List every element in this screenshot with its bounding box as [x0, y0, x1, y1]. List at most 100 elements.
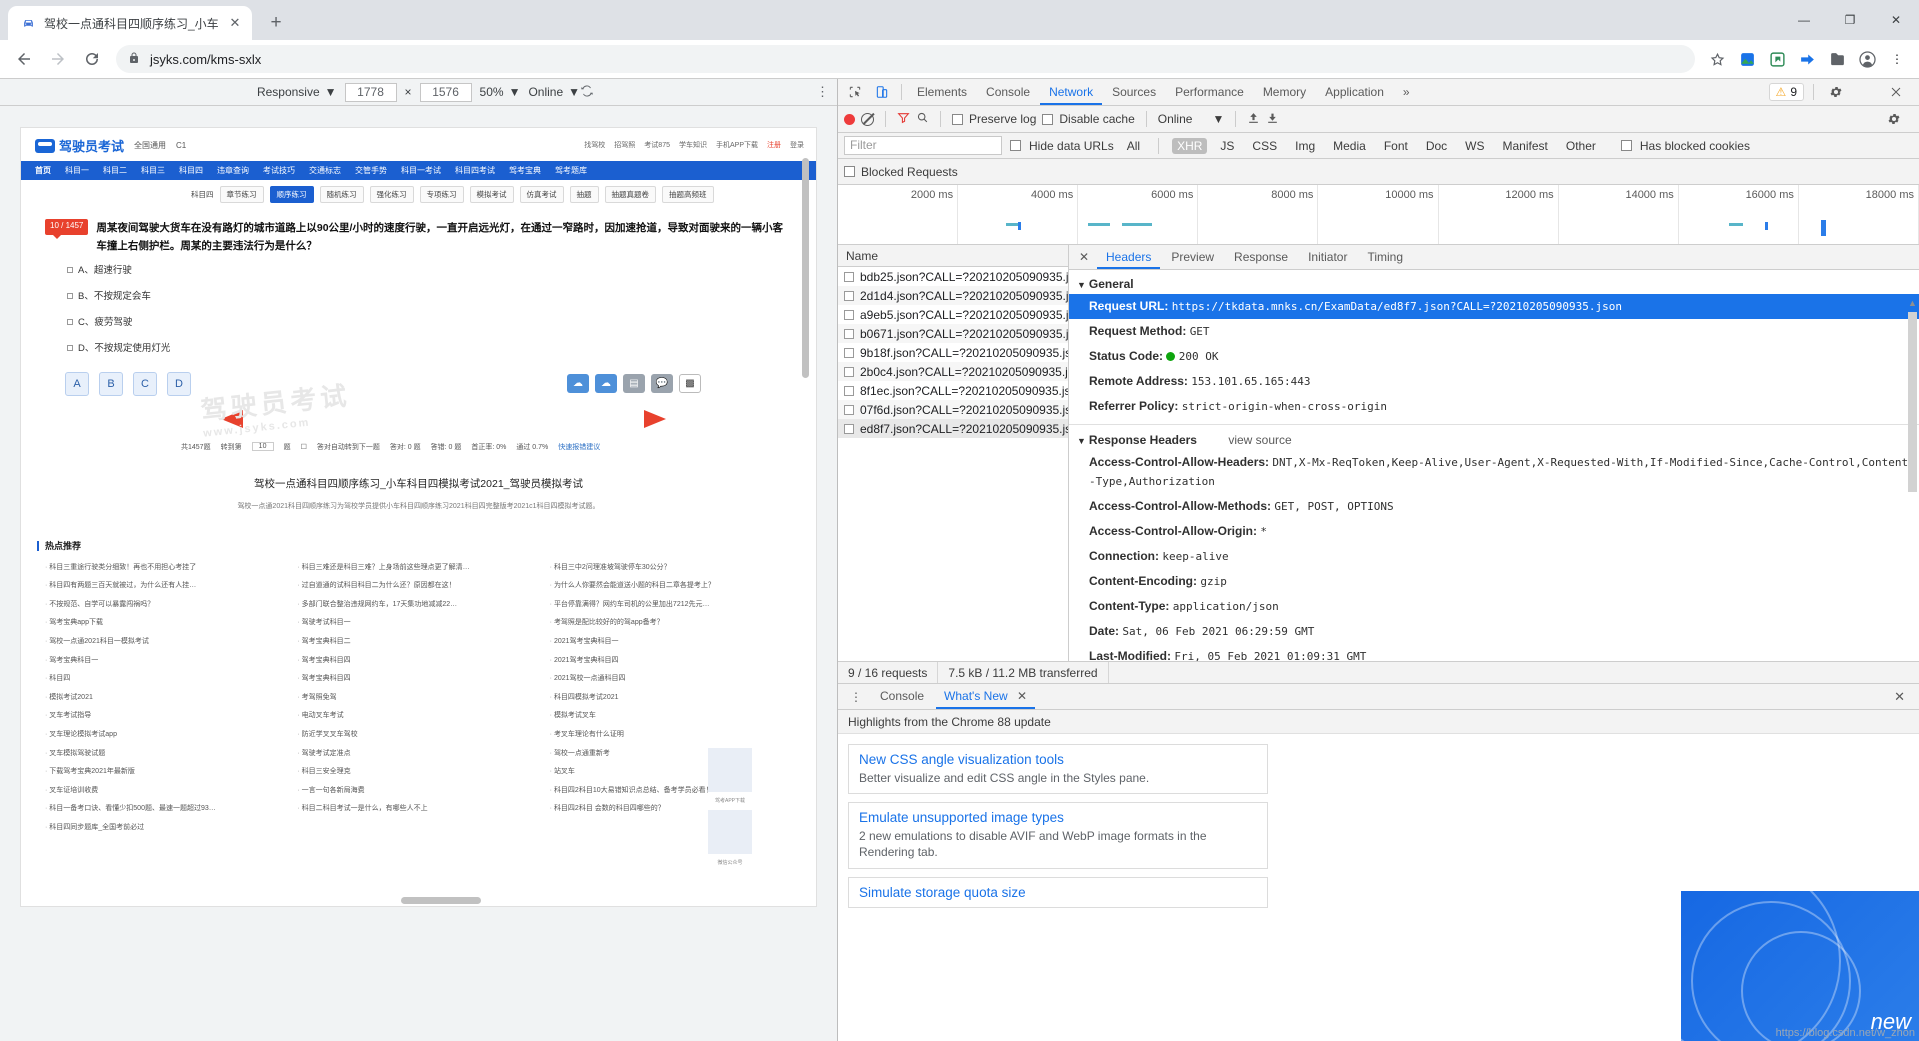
subnav-chip-9[interactable]: 抽题真题卷: [605, 186, 657, 203]
extension-icon-2[interactable]: [1763, 45, 1791, 73]
address-bar[interactable]: jsyks.com/kms-sxlx: [116, 45, 1695, 73]
browser-tab[interactable]: 驾校一点通科目四顺序练习_小车科… ✕: [8, 6, 252, 40]
nav-item-0[interactable]: 首页: [35, 165, 51, 176]
import-har-icon[interactable]: [1247, 111, 1260, 128]
subnav-chip-5[interactable]: 专项练习: [420, 186, 464, 203]
list-item[interactable]: 叉车模拟驾驶试题: [45, 748, 287, 758]
list-item[interactable]: 科目一备考口诀、看懂少扣500题、最速一题超过93…: [45, 803, 287, 813]
option-checkbox[interactable]: [67, 345, 73, 351]
list-item[interactable]: 叉车理论模拟考试app: [45, 729, 287, 739]
list-item[interactable]: 科目四2科目 会数的科目四哪些的？: [550, 803, 792, 813]
inspect-icon[interactable]: [842, 80, 868, 104]
list-item[interactable]: 驾驶考试科目一: [297, 617, 539, 627]
register-link[interactable]: 注册: [767, 140, 781, 150]
qrcode-icon[interactable]: ▩: [679, 374, 701, 393]
comment-icon[interactable]: 💬: [651, 374, 673, 393]
cloud-icon-2[interactable]: ☁: [595, 374, 617, 393]
drawer-kebab-icon[interactable]: ⋮: [844, 690, 868, 704]
list-item[interactable]: 平台停靠满得？网约车司机的公里加出7212先元…: [550, 599, 792, 609]
option-checkbox[interactable]: [67, 267, 73, 273]
tab-console[interactable]: Console: [977, 79, 1039, 105]
list-item[interactable]: 科目三重途行驶类分细致！再也不用担心考挂了: [45, 562, 287, 572]
bookmark-star-icon[interactable]: [1703, 45, 1731, 73]
login-link[interactable]: 登录: [790, 140, 804, 150]
table-row[interactable]: 07f6d.json?CALL=?20210205090935.json: [838, 400, 1068, 419]
header-link-2[interactable]: 考试875: [644, 140, 670, 150]
list-item[interactable]: 考驾照免驾: [297, 692, 539, 702]
viewport-height-input[interactable]: 1576: [420, 83, 472, 102]
subnav-chip-10[interactable]: 抽题高频班: [662, 186, 714, 203]
filter-type-img[interactable]: Img: [1290, 138, 1320, 154]
filter-type-media[interactable]: Media: [1328, 138, 1371, 154]
table-row[interactable]: 2b0c4.json?CALL=?20210205090935.json: [838, 362, 1068, 381]
tab-sources[interactable]: Sources: [1103, 79, 1165, 105]
clear-icon[interactable]: [861, 113, 874, 126]
hide-data-urls-checkbox[interactable]: [1010, 140, 1021, 151]
disable-cache-checkbox[interactable]: [1042, 114, 1053, 125]
list-item[interactable]: 驾考宝典科目二: [297, 636, 539, 646]
filter-input[interactable]: Filter: [844, 136, 1002, 155]
detail-scrollbar[interactable]: ▲: [1908, 298, 1917, 657]
list-item[interactable]: 过自道通的试科目科目二为什么还？原因都在这！: [297, 580, 539, 590]
subnav-chip-8[interactable]: 抽题: [570, 186, 599, 203]
table-row[interactable]: b0671.json?CALL=?20210205090935.json: [838, 324, 1068, 343]
list-item[interactable]: 防近学叉叉车驾校: [297, 729, 539, 739]
more-tabs-icon[interactable]: »: [1394, 79, 1419, 105]
back-button[interactable]: [8, 43, 40, 75]
list-item[interactable]: 考叉车理论有什么证明: [550, 729, 792, 739]
forward-button[interactable]: [42, 43, 74, 75]
list-item[interactable]: 2021驾考宝典科目一: [550, 636, 792, 646]
answer-button-c[interactable]: C: [133, 372, 157, 396]
list-item[interactable]: 科目二科目考试一是什么，有哪些人不上: [297, 803, 539, 813]
filter-type-other[interactable]: Other: [1561, 138, 1601, 154]
cloud-icon-1[interactable]: ☁: [567, 374, 589, 393]
answer-button-d[interactable]: D: [167, 372, 191, 396]
browser-menu-icon[interactable]: ⋮: [1883, 45, 1911, 73]
subnav-chip-7[interactable]: 仿真考试: [520, 186, 564, 203]
table-row[interactable]: ed8f7.json?CALL=?20210205090935.json: [838, 419, 1068, 438]
detail-tab-response[interactable]: Response: [1225, 245, 1297, 269]
view-source-link[interactable]: view source: [1228, 433, 1291, 447]
nav-item-7[interactable]: 交通标志: [309, 165, 341, 176]
header-link-4[interactable]: 手机APP下载: [716, 140, 758, 150]
answer-button-a[interactable]: A: [65, 372, 89, 396]
list-item[interactable]: 驾校一点通重新考: [550, 748, 792, 758]
whats-new-card[interactable]: Emulate unsupported image types 2 new em…: [848, 802, 1268, 868]
list-item[interactable]: 考驾照是配比较好的的驾app备考？: [550, 617, 792, 627]
license-label[interactable]: C1: [176, 141, 186, 150]
extension-icon-4[interactable]: [1823, 45, 1851, 73]
nav-item-5[interactable]: 违章查询: [217, 165, 249, 176]
filter-type-css[interactable]: CSS: [1247, 138, 1282, 154]
rotate-icon[interactable]: [580, 84, 594, 101]
scroll-up-icon[interactable]: ▲: [1908, 298, 1917, 308]
card-title[interactable]: New CSS angle visualization tools: [859, 752, 1257, 767]
tab-memory[interactable]: Memory: [1254, 79, 1315, 105]
card-title[interactable]: Simulate storage quota size: [859, 885, 1257, 900]
option-c[interactable]: C、疲劳驾驶: [21, 308, 816, 334]
option-b[interactable]: B、不按规定会车: [21, 282, 816, 308]
region-label[interactable]: 全国通用: [134, 140, 166, 151]
option-checkbox[interactable]: [67, 293, 73, 299]
list-item[interactable]: 下载驾考宝典2021年最新版: [45, 766, 287, 776]
minimize-button[interactable]: —: [1781, 4, 1827, 36]
list-item[interactable]: 电动叉车考试: [297, 710, 539, 720]
maximize-button[interactable]: ❐: [1827, 4, 1873, 36]
auto-next-checkbox[interactable]: ☐: [301, 443, 307, 451]
has-blocked-cookies-checkbox[interactable]: [1621, 140, 1632, 151]
warning-count-badge[interactable]: ⚠ 9: [1769, 83, 1804, 101]
option-a[interactable]: A、超速行驶: [21, 256, 816, 282]
nav-item-9[interactable]: 科目一考试: [401, 165, 441, 176]
table-row[interactable]: 9b18f.json?CALL=?20210205090935.json: [838, 343, 1068, 362]
detail-tab-preview[interactable]: Preview: [1162, 245, 1223, 269]
list-item[interactable]: 叉车证培训收费: [45, 785, 287, 795]
detail-tab-headers[interactable]: Headers: [1097, 245, 1160, 269]
viewport-width-input[interactable]: 1778: [345, 83, 397, 102]
nav-item-2[interactable]: 科目二: [103, 165, 127, 176]
list-item[interactable]: 2021驾考宝典科目四: [550, 655, 792, 665]
list-item[interactable]: 模拟考试叉车: [550, 710, 792, 720]
list-item[interactable]: 驾驶考试定准点: [297, 748, 539, 758]
search-icon[interactable]: [916, 111, 929, 127]
nav-item-8[interactable]: 交管手势: [355, 165, 387, 176]
page-horizontal-scrollbar[interactable]: [401, 897, 481, 904]
device-select[interactable]: Responsive ▼: [257, 85, 337, 99]
